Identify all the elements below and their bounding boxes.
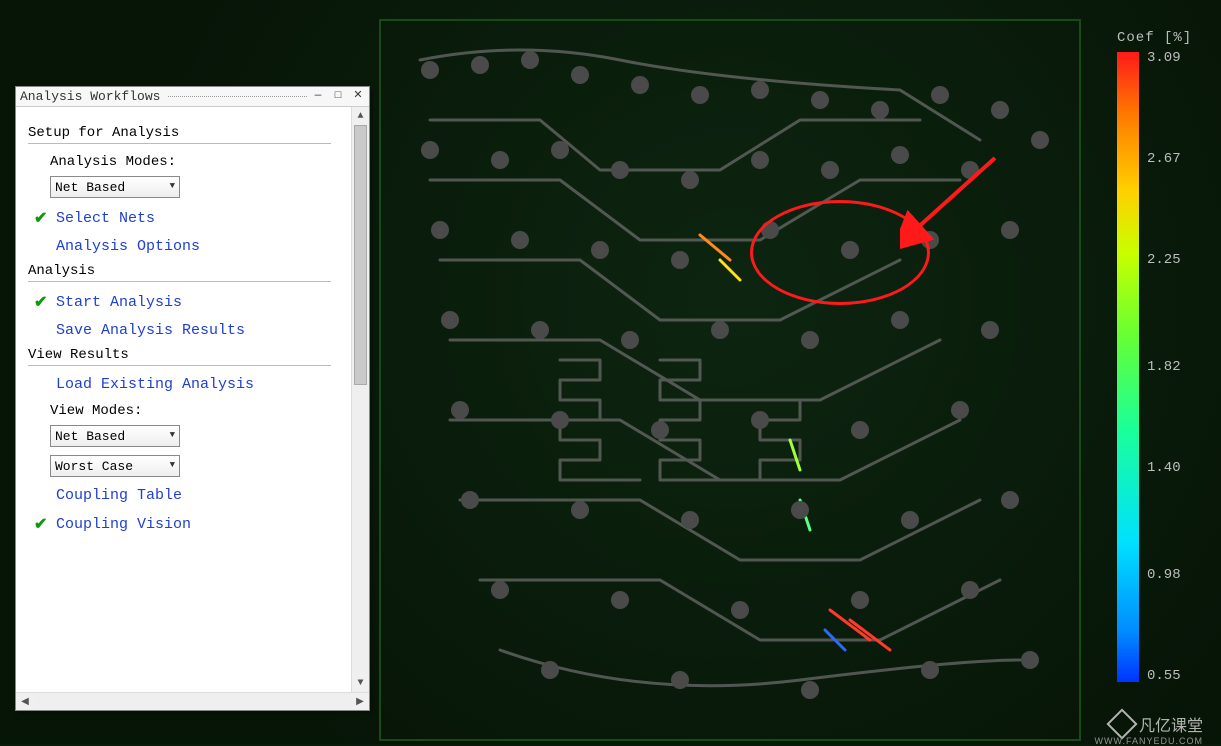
hscroll-track[interactable] — [34, 693, 351, 710]
legend-title: Coef [%] — [1117, 30, 1197, 46]
chevron-down-icon: ▼ — [170, 430, 175, 440]
horizontal-scrollbar[interactable]: ◀ ▶ — [16, 692, 369, 710]
close-button[interactable]: ✕ — [351, 90, 365, 104]
coupling-vision-link[interactable]: Coupling Vision — [56, 516, 191, 533]
check-icon: ✔ — [34, 514, 56, 534]
view-modes-dropdown[interactable]: Net Based ▼ — [50, 425, 180, 447]
legend-tick: 2.25 — [1147, 252, 1181, 268]
panel-titlebar[interactable]: Analysis Workflows — □ ✕ — [16, 87, 369, 107]
titlebar-divider — [168, 96, 307, 97]
scroll-right-icon[interactable]: ▶ — [351, 693, 369, 710]
restore-button[interactable]: □ — [331, 90, 345, 104]
legend-tick: 0.98 — [1147, 567, 1181, 583]
legend-gradient — [1117, 52, 1139, 682]
section-analysis-header: Analysis — [28, 263, 331, 282]
vertical-scrollbar[interactable]: ▲ ▼ — [351, 107, 369, 692]
start-analysis-link[interactable]: Start Analysis — [56, 294, 182, 311]
watermark-subtext: WWW.FANYEDU.COM — [1095, 736, 1204, 746]
panel-content: Setup for Analysis Analysis Modes: Net B… — [16, 107, 351, 692]
analysis-workflows-panel: Analysis Workflows — □ ✕ Setup for Analy… — [15, 86, 370, 711]
legend-ticks: 3.09 2.67 2.25 1.82 1.40 0.98 0.55 — [1147, 52, 1197, 682]
check-icon: ✔ — [34, 292, 56, 312]
minimize-button[interactable]: — — [311, 90, 325, 104]
scroll-down-icon[interactable]: ▼ — [352, 674, 369, 692]
legend-tick: 1.40 — [1147, 460, 1181, 476]
legend-tick: 3.09 — [1147, 50, 1181, 66]
chevron-down-icon: ▼ — [170, 460, 175, 470]
legend-tick: 1.82 — [1147, 359, 1181, 375]
scroll-thumb[interactable] — [354, 125, 367, 385]
view-modes-value: Net Based — [55, 429, 125, 444]
scroll-left-icon[interactable]: ◀ — [16, 693, 34, 710]
scroll-up-icon[interactable]: ▲ — [352, 107, 369, 125]
section-setup-header: Setup for Analysis — [28, 125, 331, 144]
load-existing-analysis-link[interactable]: Load Existing Analysis — [56, 376, 254, 393]
coupling-table-link[interactable]: Coupling Table — [56, 487, 182, 504]
scroll-track[interactable] — [352, 125, 369, 674]
watermark-text: 凡亿课堂 — [1139, 712, 1203, 736]
panel-title: Analysis Workflows — [20, 89, 164, 104]
legend-tick: 2.67 — [1147, 151, 1181, 167]
select-nets-link[interactable]: Select Nets — [56, 210, 155, 227]
section-view-header: View Results — [28, 347, 331, 366]
view-case-value: Worst Case — [55, 459, 133, 474]
view-modes-label: View Modes: — [50, 403, 341, 419]
legend-tick: 0.55 — [1147, 668, 1181, 684]
analysis-modes-dropdown[interactable]: Net Based ▼ — [50, 176, 180, 198]
analysis-modes-label: Analysis Modes: — [50, 154, 341, 170]
view-case-dropdown[interactable]: Worst Case ▼ — [50, 455, 180, 477]
check-icon: ✔ — [34, 208, 56, 228]
watermark-logo-icon — [1106, 708, 1137, 739]
analysis-modes-value: Net Based — [55, 180, 125, 195]
analysis-options-link[interactable]: Analysis Options — [56, 238, 200, 255]
chevron-down-icon: ▼ — [170, 181, 175, 191]
save-analysis-results-link[interactable]: Save Analysis Results — [56, 322, 245, 339]
color-legend: Coef [%] 3.09 2.67 2.25 1.82 1.40 0.98 0… — [1117, 30, 1197, 682]
watermark: 凡亿课堂 WWW.FANYEDU.COM — [1111, 712, 1203, 736]
